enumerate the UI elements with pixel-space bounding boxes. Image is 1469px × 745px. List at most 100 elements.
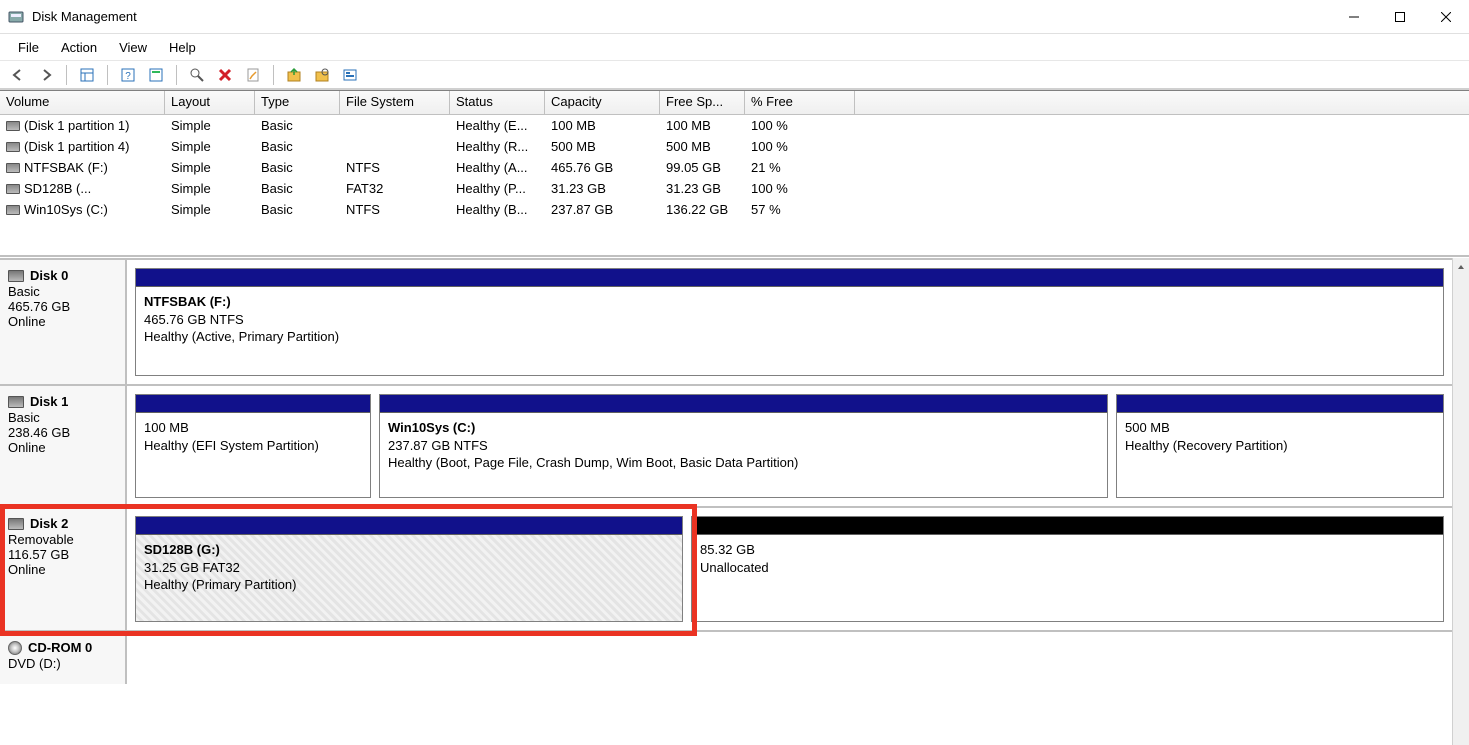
volume-list: Volume Layout Type File System Status Ca… xyxy=(0,90,1469,257)
partition[interactable]: Win10Sys (C:)237.87 GB NTFSHealthy (Boot… xyxy=(379,394,1108,498)
action-button-2[interactable] xyxy=(310,63,334,87)
disk-type: DVD (D:) xyxy=(8,656,119,671)
col-free-space[interactable]: Free Sp... xyxy=(660,91,745,114)
partition-size: 500 MB xyxy=(1125,419,1435,437)
scroll-up-button[interactable] xyxy=(1453,258,1469,275)
col-percent-free[interactable]: % Free xyxy=(745,91,855,114)
partition-health: Unallocated xyxy=(700,559,1435,577)
menu-file[interactable]: File xyxy=(8,37,49,58)
help-button[interactable]: ? xyxy=(116,63,140,87)
volume-capacity: 500 MB xyxy=(545,139,660,154)
disk-graphical-view: Disk 0Basic465.76 GBOnlineNTFSBAK (F:)46… xyxy=(0,257,1469,745)
volume-capacity: 465.76 GB xyxy=(545,160,660,175)
disk-row: Disk 0Basic465.76 GBOnlineNTFSBAK (F:)46… xyxy=(0,258,1452,384)
partition[interactable]: 500 MBHealthy (Recovery Partition) xyxy=(1116,394,1444,498)
disk-info-panel[interactable]: CD-ROM 0DVD (D:) xyxy=(0,632,127,684)
volume-capacity: 31.23 GB xyxy=(545,181,660,196)
partition-size: 100 MB xyxy=(144,419,362,437)
back-button[interactable] xyxy=(6,63,30,87)
volume-type: Basic xyxy=(255,160,340,175)
partition[interactable]: NTFSBAK (F:)465.76 GB NTFSHealthy (Activ… xyxy=(135,268,1444,376)
partition-body: Win10Sys (C:)237.87 GB NTFSHealthy (Boot… xyxy=(380,413,1107,497)
disk-info-panel[interactable]: Disk 2Removable116.57 GBOnline xyxy=(0,508,127,630)
properties-button[interactable] xyxy=(241,63,265,87)
partition-size: 237.87 GB NTFS xyxy=(388,437,1099,455)
disk-info-panel[interactable]: Disk 0Basic465.76 GBOnline xyxy=(0,260,127,384)
maximize-button[interactable] xyxy=(1377,0,1423,34)
drive-icon xyxy=(8,270,24,282)
action-button-3[interactable] xyxy=(338,63,362,87)
window-controls xyxy=(1331,0,1469,34)
disk-info-panel[interactable]: Disk 1Basic238.46 GBOnline xyxy=(0,386,127,506)
disk-size: 465.76 GB xyxy=(8,299,119,314)
partition[interactable]: 85.32 GBUnallocated xyxy=(691,516,1444,622)
col-status[interactable]: Status xyxy=(450,91,545,114)
toolbar: ? xyxy=(0,60,1469,90)
rescan-button[interactable] xyxy=(185,63,209,87)
col-capacity[interactable]: Capacity xyxy=(545,91,660,114)
volume-status: Healthy (A... xyxy=(450,160,545,175)
volume-row[interactable]: (Disk 1 partition 4)SimpleBasicHealthy (… xyxy=(0,136,1469,157)
partition-header-bar xyxy=(136,269,1443,287)
show-hide-tree-button[interactable] xyxy=(75,63,99,87)
volume-layout: Simple xyxy=(165,118,255,133)
toolbar-separator xyxy=(66,65,67,85)
volume-row[interactable]: NTFSBAK (F:) SimpleBasicNTFSHealthy (A...… xyxy=(0,157,1469,178)
volume-fs: NTFS xyxy=(340,160,450,175)
volume-type: Basic xyxy=(255,139,340,154)
disk-row: CD-ROM 0DVD (D:) xyxy=(0,630,1452,684)
col-file-system[interactable]: File System xyxy=(340,91,450,114)
partition-body: 100 MBHealthy (EFI System Partition) xyxy=(136,413,370,497)
action-button-1[interactable] xyxy=(282,63,306,87)
partition-header-bar xyxy=(136,517,682,535)
disk-state: Online xyxy=(8,314,119,329)
col-layout[interactable]: Layout xyxy=(165,91,255,114)
refresh-button[interactable] xyxy=(144,63,168,87)
volume-type: Basic xyxy=(255,202,340,217)
menu-action[interactable]: Action xyxy=(51,37,107,58)
partition[interactable]: 100 MBHealthy (EFI System Partition) xyxy=(135,394,371,498)
close-button[interactable] xyxy=(1423,0,1469,34)
volume-capacity: 237.87 GB xyxy=(545,202,660,217)
menu-view[interactable]: View xyxy=(109,37,157,58)
volume-row[interactable]: (Disk 1 partition 1)SimpleBasicHealthy (… xyxy=(0,115,1469,136)
volume-fs: NTFS xyxy=(340,202,450,217)
disk-state: Online xyxy=(8,562,119,577)
disk-name: Disk 0 xyxy=(30,268,68,283)
disk-size: 238.46 GB xyxy=(8,425,119,440)
disk-name: Disk 1 xyxy=(30,394,68,409)
menu-help[interactable]: Help xyxy=(159,37,206,58)
drive-icon xyxy=(6,184,20,194)
forward-button[interactable] xyxy=(34,63,58,87)
partition[interactable]: SD128B (G:)31.25 GB FAT32Healthy (Primar… xyxy=(135,516,683,622)
partition-label: SD128B (G:) xyxy=(144,541,674,559)
volume-row[interactable]: SD128B (...SimpleBasicFAT32Healthy (P...… xyxy=(0,178,1469,199)
partition-body: 500 MBHealthy (Recovery Partition) xyxy=(1117,413,1443,497)
minimize-button[interactable] xyxy=(1331,0,1377,34)
drive-icon xyxy=(6,163,20,173)
partition-health: Healthy (Active, Primary Partition) xyxy=(144,328,1435,346)
partition-size: 31.25 GB FAT32 xyxy=(144,559,674,577)
partition-label: Win10Sys (C:) xyxy=(388,419,1099,437)
partition-health: Healthy (Boot, Page File, Crash Dump, Wi… xyxy=(388,454,1099,472)
disk-type: Removable xyxy=(8,532,119,547)
col-volume[interactable]: Volume xyxy=(0,91,165,114)
volume-free: 500 MB xyxy=(660,139,745,154)
volume-percent-free: 100 % xyxy=(745,118,855,133)
delete-button[interactable] xyxy=(213,63,237,87)
vertical-scrollbar[interactable] xyxy=(1452,258,1469,745)
partition-health: Healthy (Recovery Partition) xyxy=(1125,437,1435,455)
volume-name: NTFSBAK (F:) xyxy=(24,160,108,175)
volume-layout: Simple xyxy=(165,160,255,175)
volume-row[interactable]: Win10Sys (C:)SimpleBasicNTFSHealthy (B..… xyxy=(0,199,1469,220)
partition-size: 465.76 GB NTFS xyxy=(144,311,1435,329)
disk-partitions: 100 MBHealthy (EFI System Partition)Win1… xyxy=(127,386,1452,506)
cd-icon xyxy=(8,641,22,655)
toolbar-separator xyxy=(107,65,108,85)
disk-size: 116.57 GB xyxy=(8,547,119,562)
volume-name: (Disk 1 partition 4) xyxy=(24,139,129,154)
disk-partitions xyxy=(127,632,1452,684)
disk-name: Disk 2 xyxy=(30,516,68,531)
volume-free: 100 MB xyxy=(660,118,745,133)
col-type[interactable]: Type xyxy=(255,91,340,114)
